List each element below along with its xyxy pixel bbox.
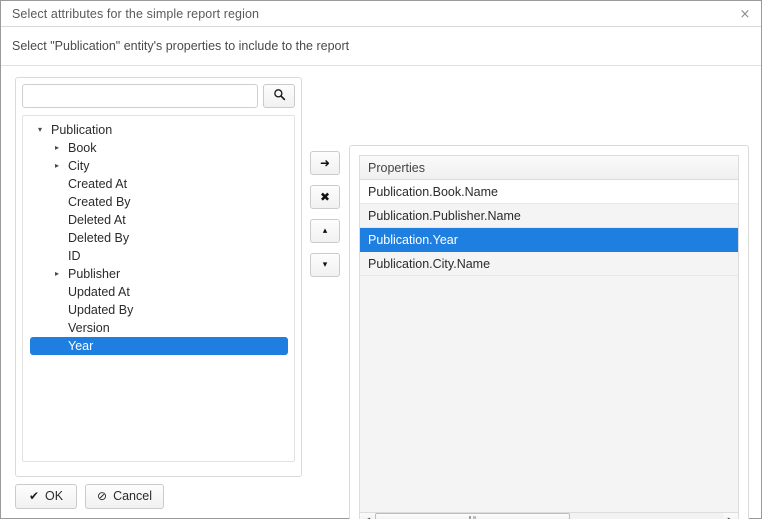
tree-node-label: Deleted By [68, 231, 129, 245]
tree-node-label: Updated At [68, 285, 130, 299]
tree-node-label: City [68, 159, 90, 173]
tree-node[interactable]: ▸Book [30, 139, 288, 157]
check-icon: ✔ [29, 490, 39, 502]
tree-node[interactable]: Updated By [30, 301, 288, 319]
tree-node-label: Book [68, 141, 97, 155]
search-input[interactable] [22, 84, 258, 108]
properties-grid-row[interactable]: Publication.Book.Name [360, 180, 738, 204]
close-icon[interactable]: × [736, 5, 754, 23]
cancel-button[interactable]: ⊘ Cancel [85, 484, 164, 509]
scrollbar-thumb[interactable]: ‖‖ [375, 513, 570, 519]
transfer-button-column: ➜ ✖ ▴ ▾ [310, 151, 340, 277]
cancel-button-label: Cancel [113, 489, 152, 503]
tree-node-label: Publisher [68, 267, 120, 281]
scroll-left-arrow-icon[interactable]: ◀ [360, 513, 375, 519]
tree-node[interactable]: Version [30, 319, 288, 337]
twisty-spacer [55, 252, 68, 260]
add-button[interactable]: ➜ [310, 151, 340, 175]
triangle-up-icon: ▴ [323, 227, 328, 236]
tree-node-label: Created By [68, 195, 131, 209]
triangle-down-icon: ▾ [323, 261, 328, 270]
instruction-text: Select "Publication" entity's properties… [12, 39, 349, 53]
chevron-right-icon[interactable]: ▸ [55, 162, 68, 170]
tree-node[interactable]: ▾Publication [30, 121, 288, 139]
tree-node[interactable]: Updated At [30, 283, 288, 301]
search-button[interactable] [263, 84, 295, 108]
chevron-right-icon[interactable]: ▸ [55, 144, 68, 152]
twisty-spacer [55, 324, 68, 332]
cross-icon: ✖ [320, 191, 330, 203]
arrow-right-icon: ➜ [320, 157, 330, 169]
tree-node-label: Publication [51, 123, 112, 137]
scrollbar-track[interactable]: ‖‖ [375, 513, 723, 519]
twisty-spacer [55, 216, 68, 224]
tree-node-label: Version [68, 321, 110, 335]
twisty-spacer [55, 234, 68, 242]
tree-node[interactable]: Year [30, 337, 288, 355]
tree-node-label: ID [68, 249, 81, 263]
tree-node[interactable]: Created By [30, 193, 288, 211]
prohibited-icon: ⊘ [97, 490, 107, 502]
tree-node[interactable]: Created At [30, 175, 288, 193]
tree-node-label: Deleted At [68, 213, 126, 227]
twisty-spacer [55, 306, 68, 314]
move-up-button[interactable]: ▴ [310, 219, 340, 243]
properties-grid-header: Properties [360, 156, 738, 180]
tree-node[interactable]: ID [30, 247, 288, 265]
properties-grid-row[interactable]: Publication.City.Name [360, 252, 738, 276]
source-attributes-panel: ▾Publication▸Book▸City Created At Create… [15, 77, 302, 477]
select-attributes-dialog: Select attributes for the simple report … [0, 0, 762, 519]
chevron-right-icon[interactable]: ▸ [55, 270, 68, 278]
scroll-right-arrow-icon[interactable]: ▶ [723, 513, 738, 519]
horizontal-scrollbar[interactable]: ◀ ‖‖ ▶ [360, 512, 738, 519]
twisty-spacer [55, 288, 68, 296]
search-icon [273, 88, 286, 104]
tree-node-label: Created At [68, 177, 127, 191]
tree-node[interactable]: ▸Publisher [30, 265, 288, 283]
tree-node[interactable]: Deleted At [30, 211, 288, 229]
tree-node-label: Updated By [68, 303, 133, 317]
tree-node[interactable]: ▸City [30, 157, 288, 175]
selected-properties-panel: Properties Publication.Book.NamePublicat… [349, 145, 749, 519]
twisty-spacer [55, 198, 68, 206]
chevron-down-icon[interactable]: ▾ [38, 126, 51, 134]
properties-grid-row[interactable]: Publication.Publisher.Name [360, 204, 738, 228]
search-row [22, 84, 295, 108]
dialog-titlebar: Select attributes for the simple report … [1, 1, 761, 27]
move-down-button[interactable]: ▾ [310, 253, 340, 277]
properties-grid-row[interactable]: Publication.Year [360, 228, 738, 252]
dialog-title: Select attributes for the simple report … [12, 7, 259, 21]
dialog-body: ▾Publication▸Book▸City Created At Create… [1, 66, 761, 474]
remove-button[interactable]: ✖ [310, 185, 340, 209]
ok-button-label: OK [45, 489, 63, 503]
tree-node-label: Year [68, 339, 93, 353]
properties-grid-body[interactable]: Publication.Book.NamePublication.Publish… [360, 180, 738, 512]
instruction-bar: Select "Publication" entity's properties… [1, 27, 761, 66]
ok-button[interactable]: ✔ OK [15, 484, 77, 509]
attributes-tree[interactable]: ▾Publication▸Book▸City Created At Create… [22, 115, 295, 462]
properties-grid: Properties Publication.Book.NamePublicat… [359, 155, 739, 519]
twisty-spacer [55, 180, 68, 188]
tree-node[interactable]: Deleted By [30, 229, 288, 247]
twisty-spacer [55, 342, 68, 350]
